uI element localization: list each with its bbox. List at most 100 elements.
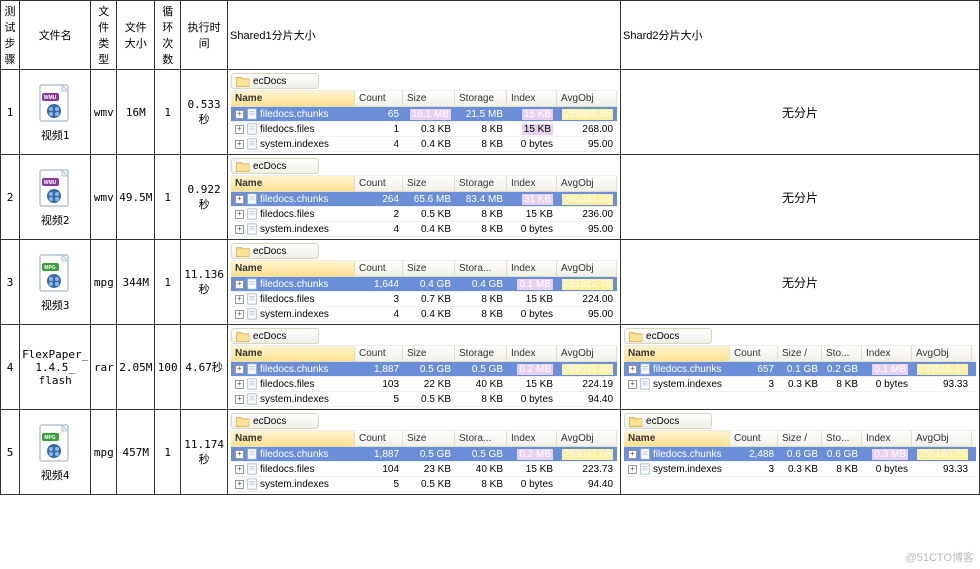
col-size[interactable]: Size xyxy=(403,91,455,107)
grid-row[interactable]: +filedocs.chunks1,8870.5 GB0.5 GB0.2 MB2… xyxy=(231,362,617,377)
col-name[interactable]: Name xyxy=(231,176,355,192)
col-size[interactable]: Size / xyxy=(778,431,822,447)
grid-row[interactable]: +system.indexes30.3 KB8 KB0 bytes93.33 xyxy=(624,377,976,392)
col-name[interactable]: Name xyxy=(231,91,355,107)
grid-row[interactable]: +system.indexes30.3 KB8 KB0 bytes93.33 xyxy=(624,462,976,477)
expand-icon[interactable]: + xyxy=(235,110,244,119)
col-count[interactable]: Count xyxy=(355,261,403,277)
col-avgobj[interactable]: AvgObj xyxy=(557,91,617,107)
folder-header[interactable]: ecDocs xyxy=(231,158,319,174)
cell-count: 4 xyxy=(355,138,403,151)
expand-icon[interactable]: + xyxy=(235,210,244,219)
grid-row[interactable]: +filedocs.chunks6516.1 MB21.5 MB15 KB259… xyxy=(231,107,617,122)
grid-row[interactable]: +filedocs.files20.5 KB8 KB15 KB236.00 xyxy=(231,207,617,222)
col-count[interactable]: Count xyxy=(730,346,778,362)
expand-icon[interactable]: + xyxy=(628,450,637,459)
col-avgobj[interactable]: AvgObj xyxy=(557,176,617,192)
expand-icon[interactable]: + xyxy=(235,395,244,404)
col-count[interactable]: Count xyxy=(730,431,778,447)
grid-row[interactable]: +filedocs.chunks1,8870.5 GB0.5 GB0.2 MB2… xyxy=(231,447,617,462)
col-size[interactable]: Size xyxy=(403,261,455,277)
cell-name: +filedocs.files xyxy=(231,292,355,306)
col-size[interactable]: Size xyxy=(403,431,455,447)
folder-header[interactable]: ecDocs xyxy=(231,243,319,259)
col-count[interactable]: Count xyxy=(355,431,403,447)
expand-icon[interactable]: + xyxy=(235,140,244,149)
col-storage[interactable]: Sto... xyxy=(822,346,862,362)
file-label: 视频3 xyxy=(22,297,88,313)
grid-row[interactable]: +system.indexes50.5 KB8 KB0 bytes94.40 xyxy=(231,392,617,407)
expand-icon[interactable]: + xyxy=(235,465,244,474)
col-storage[interactable]: Stora... xyxy=(455,261,507,277)
expand-icon[interactable]: + xyxy=(235,450,244,459)
cell-count: 5 xyxy=(355,393,403,406)
grid-row[interactable]: +system.indexes40.4 KB8 KB0 bytes95.00 xyxy=(231,307,617,322)
cell-storage: 40 KB xyxy=(455,378,507,391)
col-index[interactable]: Index xyxy=(862,431,912,447)
col-avgobj[interactable]: AvgObj xyxy=(557,261,617,277)
expand-icon[interactable]: + xyxy=(235,280,244,289)
col-size[interactable]: Size xyxy=(403,176,455,192)
expand-icon[interactable]: + xyxy=(235,480,244,489)
grid-row[interactable]: +filedocs.files10.3 KB8 KB15 KB268.00 xyxy=(231,122,617,137)
col-storage[interactable]: Storage xyxy=(455,91,507,107)
col-index[interactable]: Index xyxy=(507,261,557,277)
folder-header[interactable]: ecDocs xyxy=(231,73,319,89)
expand-icon[interactable]: + xyxy=(235,295,244,304)
col-index[interactable]: Index xyxy=(507,176,557,192)
col-avgobj[interactable]: AvgObj xyxy=(912,346,972,362)
grid-row[interactable]: +filedocs.files10423 KB40 KB15 KB223.73 xyxy=(231,462,617,477)
col-count[interactable]: Count xyxy=(355,91,403,107)
folder-header[interactable]: ecDocs xyxy=(231,328,319,344)
cell-size: 0.4 KB xyxy=(403,223,455,236)
expand-icon[interactable]: + xyxy=(235,310,244,319)
col-name[interactable]: Name xyxy=(624,346,730,362)
expand-icon[interactable]: + xyxy=(235,225,244,234)
grid-row[interactable]: +filedocs.files30.7 KB8 KB15 KB224.00 xyxy=(231,292,617,307)
folder-header[interactable]: ecDocs xyxy=(231,413,319,429)
col-storage[interactable]: Storage xyxy=(455,176,507,192)
col-index[interactable]: Index xyxy=(507,431,557,447)
video-file-icon: MPG xyxy=(37,253,73,295)
col-storage[interactable]: Stora... xyxy=(455,431,507,447)
grid-row[interactable]: +filedocs.chunks1,6440.4 GB0.4 GB0.1 MB2… xyxy=(231,277,617,292)
grid-row[interactable]: +filedocs.chunks2,4880.6 GB0.6 GB0.3 MB2… xyxy=(624,447,976,462)
expand-icon[interactable]: + xyxy=(235,365,244,374)
folder-header[interactable]: ecDocs xyxy=(624,328,712,344)
grid-row[interactable]: +filedocs.chunks26465.6 MB83.4 MB31 KB26… xyxy=(231,192,617,207)
expand-icon[interactable]: + xyxy=(628,465,637,474)
col-index[interactable]: Index xyxy=(507,91,557,107)
col-index[interactable]: Index xyxy=(862,346,912,362)
folder-header[interactable]: ecDocs xyxy=(624,413,712,429)
expand-icon[interactable]: + xyxy=(235,195,244,204)
col-avgobj[interactable]: AvgObj xyxy=(912,431,972,447)
th-filesize: 文件 大小 xyxy=(117,1,155,70)
col-storage[interactable]: Storage xyxy=(455,346,507,362)
col-count[interactable]: Count xyxy=(355,346,403,362)
col-size[interactable]: Size xyxy=(403,346,455,362)
col-size[interactable]: Size / xyxy=(778,346,822,362)
col-index[interactable]: Index xyxy=(507,346,557,362)
col-name[interactable]: Name xyxy=(231,261,355,277)
th-filename: 文件名 xyxy=(20,1,91,70)
cell-filesize: 457M xyxy=(117,410,155,495)
grid-row[interactable]: +filedocs.files10322 KB40 KB15 KB224.19 xyxy=(231,377,617,392)
folder-label: ecDocs xyxy=(646,416,679,427)
expand-icon[interactable]: + xyxy=(628,380,637,389)
grid-row[interactable]: +system.indexes40.4 KB8 KB0 bytes95.00 xyxy=(231,222,617,237)
grid-row[interactable]: +system.indexes50.5 KB8 KB0 bytes94.40 xyxy=(231,477,617,492)
cell-name: +system.indexes xyxy=(231,307,355,321)
col-name[interactable]: Name xyxy=(231,431,355,447)
expand-icon[interactable]: + xyxy=(235,125,244,134)
col-name[interactable]: Name xyxy=(231,346,355,362)
expand-icon[interactable]: + xyxy=(628,365,637,374)
col-count[interactable]: Count xyxy=(355,176,403,192)
col-avgobj[interactable]: AvgObj xyxy=(557,431,617,447)
col-name[interactable]: Name xyxy=(624,431,730,447)
grid-row[interactable]: +filedocs.chunks6570.1 GB0.2 GB0.1 MB239… xyxy=(624,362,976,377)
col-storage[interactable]: Sto... xyxy=(822,431,862,447)
col-avgobj[interactable]: AvgObj xyxy=(557,346,617,362)
expand-icon[interactable]: + xyxy=(235,380,244,389)
svg-text:MPG: MPG xyxy=(44,265,56,271)
grid-row[interactable]: +system.indexes40.4 KB8 KB0 bytes95.00 xyxy=(231,137,617,152)
